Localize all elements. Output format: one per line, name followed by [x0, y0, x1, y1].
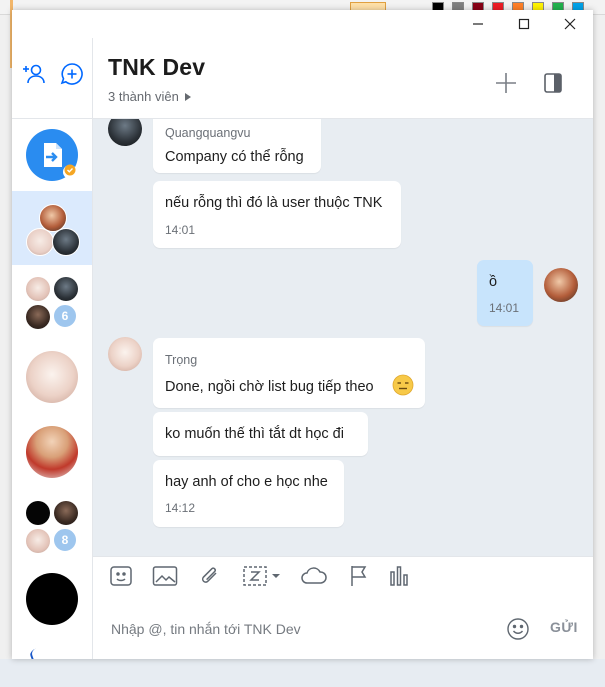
- close-icon: [564, 18, 576, 30]
- message-bubble[interactable]: hay anh of cho e học nhe 14:12: [153, 460, 344, 527]
- message-time: 14:12: [165, 501, 196, 515]
- cloud-button[interactable]: [298, 565, 330, 591]
- message-text: ko muốn thế thì tắt dt học đi: [165, 426, 344, 442]
- cloud-icon: [299, 565, 329, 592]
- my-avatar[interactable]: [544, 268, 578, 302]
- expressionless-emoji-icon: [392, 374, 414, 401]
- avatar: [26, 529, 50, 553]
- add-friend-button[interactable]: [20, 62, 48, 90]
- toggle-panel-icon: [544, 72, 562, 98]
- check-icon: [64, 163, 76, 181]
- unread-badge: 6: [52, 303, 78, 329]
- minimize-button[interactable]: [455, 10, 501, 38]
- screenshot-button[interactable]: [241, 565, 287, 591]
- message-text: ồ: [489, 274, 498, 290]
- attachment-icon: [198, 564, 222, 593]
- conversation-item[interactable]: 6: [12, 265, 92, 339]
- add-member-icon: [495, 72, 517, 99]
- avatar: [52, 228, 80, 256]
- flag-icon: [348, 564, 370, 593]
- sender-avatar[interactable]: [108, 119, 142, 146]
- image-button[interactable]: [151, 565, 179, 591]
- close-button[interactable]: [547, 10, 593, 38]
- partial-avatar: [28, 645, 48, 659]
- avatar: [54, 501, 78, 525]
- send-button[interactable]: GỬI: [550, 619, 578, 635]
- flag-button[interactable]: [345, 565, 373, 591]
- message-bubble[interactable]: nếu rỗng thì đó là user thuộc TNK 14:01: [153, 181, 401, 248]
- new-chat-button[interactable]: [58, 62, 86, 90]
- image-icon: [152, 565, 178, 592]
- chat-title: TNK Dev: [108, 54, 206, 80]
- maximize-icon: [518, 18, 530, 30]
- add-friend-icon: [21, 61, 47, 92]
- conversation-item[interactable]: [12, 415, 92, 491]
- composer-toolbar: [93, 556, 593, 600]
- add-member-button[interactable]: [491, 70, 521, 100]
- caret-right-icon: [184, 89, 191, 104]
- maximize-button[interactable]: [501, 10, 547, 38]
- sender-name: Trọng: [165, 353, 198, 367]
- message-input[interactable]: [93, 599, 493, 659]
- message-bubble[interactable]: ko muốn thế thì tắt dt học đi: [153, 412, 368, 456]
- chat-header: TNK Dev 3 thành viên: [93, 38, 593, 119]
- verified-badge: [63, 163, 77, 181]
- unread-badge: 8: [52, 527, 78, 553]
- avatar: [26, 305, 50, 329]
- toggle-panel-button[interactable]: [538, 70, 568, 100]
- avatar: [26, 501, 50, 525]
- attachment-button[interactable]: [196, 565, 224, 591]
- avatar: [26, 573, 78, 625]
- background-desktop: [0, 659, 605, 687]
- poll-icon: [388, 565, 410, 592]
- rail-actions: [12, 38, 92, 119]
- message-time: 14:01: [489, 301, 520, 315]
- message-text: nếu rỗng thì đó là user thuộc TNK: [165, 195, 383, 211]
- conversation-item[interactable]: 8: [12, 491, 92, 565]
- sticker-button[interactable]: [107, 565, 135, 591]
- title-bar: [12, 10, 593, 38]
- message-bubble[interactable]: Trọng Done, ngồi chờ list bug tiếp theo: [153, 338, 425, 408]
- screenshot-icon: [242, 564, 286, 593]
- sender-name: Quangquangvu: [165, 126, 251, 140]
- sticker-icon: [109, 565, 133, 592]
- message-time: 14:01: [165, 223, 196, 237]
- avatar: [54, 277, 78, 301]
- conversation-item-active[interactable]: [12, 191, 92, 265]
- message-text: Company có thể rỗng: [165, 149, 304, 165]
- conversation-rail: 6 8: [12, 38, 93, 659]
- message-list[interactable]: Quangquangvu Company có thể rỗng nếu rỗn…: [93, 119, 593, 556]
- avatar: [26, 228, 54, 256]
- emoji-icon: [506, 618, 530, 645]
- message-text: Done, ngồi chờ list bug tiếp theo: [165, 379, 374, 395]
- conversation-item[interactable]: [12, 339, 92, 415]
- new-chat-icon: [59, 61, 85, 92]
- message-bubble[interactable]: Quangquangvu Company có thể rỗng: [153, 119, 321, 173]
- message-text: hay anh of cho e học nhe: [165, 474, 328, 490]
- conversation-item[interactable]: [12, 565, 92, 641]
- member-count: 3 thành viên: [108, 89, 179, 104]
- message-composer: GỬI: [93, 599, 593, 659]
- poll-button[interactable]: [385, 565, 413, 591]
- sender-avatar[interactable]: [108, 337, 142, 371]
- avatar: [26, 426, 78, 478]
- chat-window: 6 8 TNK Dev 3 thành viên Quangquangvu Co…: [12, 10, 593, 659]
- emoji-button[interactable]: [506, 617, 530, 641]
- avatar: [26, 351, 78, 403]
- conversation-item[interactable]: [12, 119, 92, 191]
- avatar: [26, 277, 50, 301]
- member-count-link[interactable]: 3 thành viên: [108, 89, 191, 104]
- my-message-bubble[interactable]: ồ 14:01: [477, 260, 533, 326]
- minimize-icon: [472, 18, 484, 30]
